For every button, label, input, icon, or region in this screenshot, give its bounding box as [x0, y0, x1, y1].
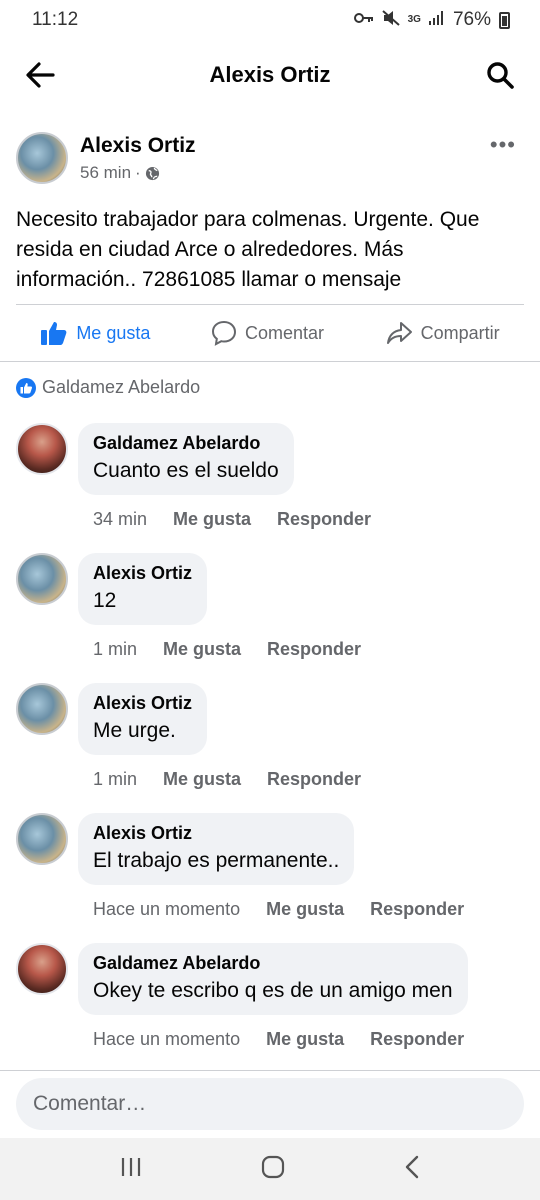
comment-like-button[interactable]: Me gusta [163, 769, 241, 790]
post-author-name[interactable]: Alexis Ortiz [80, 133, 196, 159]
comment-meta: Hace un momento Me gusta Responder [93, 1029, 524, 1050]
like-button[interactable]: Me gusta [40, 320, 150, 346]
comment-text: Cuanto es el sueldo [93, 459, 279, 482]
comment-composer: Comentar… [0, 1070, 540, 1138]
commenter-avatar[interactable] [16, 553, 68, 605]
comment-text: Okey te escribo q es de un amigo men [93, 979, 453, 1002]
comment-bubble[interactable]: Galdamez Abelardo Cuanto es el sueldo [78, 423, 294, 495]
signal-icon [428, 10, 445, 30]
comment-reply-button[interactable]: Responder [370, 899, 464, 920]
comment-bubble[interactable]: Galdamez Abelardo Okey te escribo q es d… [78, 943, 468, 1015]
post-header: Alexis Ortiz 56 min · ••• [16, 128, 524, 188]
commenter-avatar[interactable] [16, 423, 68, 475]
comment-reply-button[interactable]: Responder [267, 639, 361, 660]
data-icon: 3G [407, 14, 421, 25]
comment-meta: 1 min Me gusta Responder [93, 769, 524, 790]
home-icon [261, 1155, 285, 1178]
status-icons: 3G 76% [353, 9, 510, 31]
comment-text: Me urge. [93, 719, 176, 742]
search-button[interactable] [480, 55, 520, 95]
comment-time[interactable]: 1 min [93, 769, 137, 790]
like-reaction-icon [16, 377, 36, 398]
commenter-avatar[interactable] [16, 813, 68, 865]
comment-reply-button[interactable]: Responder [267, 769, 361, 790]
mute-icon [381, 9, 400, 31]
comment-item: Galdamez Abelardo Cuanto es el sueldo 34… [16, 423, 524, 530]
comment-icon [211, 320, 236, 346]
post-more-button[interactable]: ••• [490, 132, 516, 158]
back-arrow-icon [26, 62, 55, 88]
comment-text: 12 [93, 589, 117, 612]
comment-bubble[interactable]: Alexis Ortiz 12 [78, 553, 208, 625]
battery-percent: 76% [452, 9, 491, 30]
top-bar: Alexis Ortiz [0, 40, 540, 110]
comment-meta: 34 min Me gusta Responder [93, 509, 524, 530]
system-back-button[interactable] [404, 1155, 420, 1184]
comment-time[interactable]: 1 min [93, 639, 137, 660]
comment-bubble[interactable]: Alexis Ortiz El trabajo es permanente.. [78, 813, 355, 885]
commenter-name[interactable]: Galdamez Abelardo [93, 432, 279, 454]
comment-item: Galdamez Abelardo Okey te escribo q es d… [16, 943, 524, 1050]
status-time: 11:12 [32, 9, 79, 30]
commenter-avatar[interactable] [16, 943, 68, 995]
comment-like-button[interactable]: Me gusta [163, 639, 241, 660]
reaction-names: Galdamez Abelardo [42, 377, 201, 397]
recent-apps-button[interactable] [120, 1157, 142, 1182]
comment-item: Alexis Ortiz El trabajo es permanente.. … [16, 813, 524, 920]
post-meta: 56 min · [80, 163, 196, 183]
thumbs-up-icon [41, 322, 67, 345]
comment-input[interactable]: Comentar… [16, 1078, 524, 1130]
post-author-avatar[interactable] [16, 132, 68, 184]
share-button[interactable]: Compartir [385, 320, 500, 346]
comment-like-button[interactable]: Me gusta [266, 899, 344, 920]
back-button[interactable] [20, 55, 60, 95]
comment-like-button[interactable]: Me gusta [266, 1029, 344, 1050]
comment-button[interactable]: Comentar [211, 320, 324, 346]
post-author-block: Alexis Ortiz 56 min · [80, 133, 196, 183]
comment-time[interactable]: Hace un momento [93, 899, 240, 920]
commenter-name[interactable]: Alexis Ortiz [93, 822, 339, 844]
post-meta-separator: · [135, 163, 141, 182]
post-actions: Me gusta Comentar Compartir [0, 305, 540, 361]
comment-reply-button[interactable]: Responder [277, 509, 371, 530]
recent-apps-icon [121, 1157, 140, 1176]
battery-icon [499, 11, 510, 29]
key-icon [353, 11, 374, 29]
divider [0, 361, 540, 362]
status-bar: 11:12 3G 76% [0, 0, 540, 40]
comment-text: El trabajo es permanente.. [93, 849, 340, 872]
system-nav-bar [0, 1138, 540, 1200]
comment-bubble[interactable]: Alexis Ortiz Me urge. [78, 683, 208, 755]
comment-label: Comentar [244, 322, 325, 343]
comment-like-button[interactable]: Me gusta [173, 509, 251, 530]
search-icon [487, 62, 514, 89]
comment-time[interactable]: Hace un momento [93, 1029, 240, 1050]
commenter-name[interactable]: Alexis Ortiz [93, 562, 192, 584]
comment-reply-button[interactable]: Responder [370, 1029, 464, 1050]
page-title: Alexis Ortiz [209, 62, 331, 87]
home-button[interactable] [261, 1155, 285, 1184]
chevron-left-icon [406, 1155, 419, 1178]
share-icon [386, 322, 412, 344]
commenter-name[interactable]: Alexis Ortiz [93, 692, 192, 714]
globe-icon [145, 166, 159, 180]
comment-meta: 1 min Me gusta Responder [93, 639, 524, 660]
comment-item: Alexis Ortiz Me urge. 1 min Me gusta Res… [16, 683, 524, 790]
commenter-avatar[interactable] [16, 683, 68, 735]
comment-item: Alexis Ortiz 12 1 min Me gusta Responder [16, 553, 524, 660]
post-time[interactable]: 56 min [80, 163, 131, 183]
share-label: Compartir [420, 322, 500, 343]
commenter-name[interactable]: Galdamez Abelardo [93, 952, 453, 974]
comment-time[interactable]: 34 min [93, 509, 147, 530]
like-label: Me gusta [76, 322, 151, 343]
post-text: Necesito trabajador para colmenas. Urgen… [16, 208, 480, 291]
comment-meta: Hace un momento Me gusta Responder [93, 899, 524, 920]
reaction-summary[interactable]: Galdamez Abelardo [16, 377, 200, 398]
